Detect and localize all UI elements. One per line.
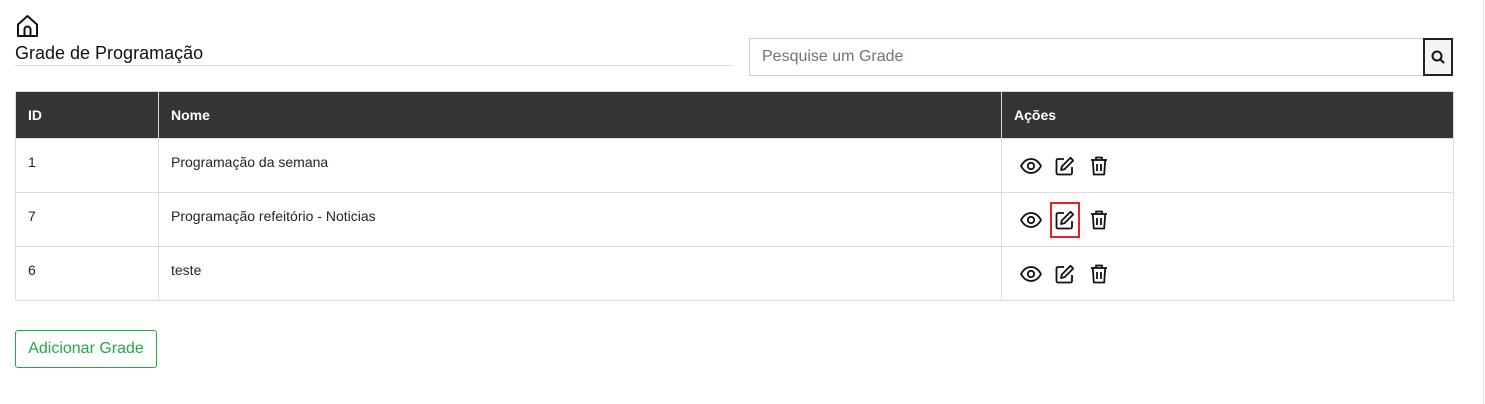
page-title: Grade de Programação: [15, 43, 204, 63]
trash-icon: [1091, 210, 1107, 229]
home-icon[interactable]: [16, 14, 39, 38]
edit-icon: [1055, 264, 1075, 283]
eye-icon: [1020, 265, 1042, 282]
eye-icon: [1020, 211, 1042, 228]
search-bar: [749, 38, 1453, 76]
edit-icon: [1055, 156, 1075, 175]
edit-icon: [1055, 210, 1075, 229]
table-row: 6 teste: [15, 246, 1454, 301]
table-row: 1 Programação da semana: [15, 138, 1454, 193]
search-button[interactable]: [1423, 38, 1453, 76]
table-header-row: ID Nome Ações: [15, 91, 1454, 139]
add-grade-button[interactable]: Adicionar Grade: [15, 330, 157, 368]
cell-name: Programação da semana: [158, 138, 1002, 193]
scrollbar-edge: [1483, 0, 1484, 404]
search-input[interactable]: [750, 39, 1423, 75]
cell-id: 6: [15, 246, 159, 301]
cell-actions: [1001, 246, 1454, 301]
column-header-actions: Ações: [1001, 91, 1454, 139]
page: Grade de Programação ID Nome Ações 1: [0, 0, 1485, 404]
table-row: 7 Programação refeitório - Noticias: [15, 192, 1454, 247]
search-icon: [1431, 50, 1445, 64]
delete-button[interactable]: [1086, 153, 1112, 179]
delete-button[interactable]: [1086, 207, 1112, 233]
edit-button[interactable]: [1052, 153, 1078, 179]
cell-name: Programação refeitório - Noticias: [158, 192, 1002, 247]
cell-id: 1: [15, 138, 159, 193]
grade-table: ID Nome Ações 1 Programação da semana 7 …: [15, 91, 1454, 301]
trash-icon: [1091, 156, 1107, 175]
edit-button[interactable]: [1050, 201, 1080, 238]
title-divider: [15, 65, 733, 66]
view-button[interactable]: [1018, 261, 1044, 287]
column-header-id[interactable]: ID: [15, 91, 159, 139]
cell-actions: [1001, 192, 1454, 247]
view-button[interactable]: [1018, 153, 1044, 179]
trash-icon: [1091, 264, 1107, 283]
cell-actions: [1001, 138, 1454, 193]
delete-button[interactable]: [1086, 261, 1112, 287]
view-button[interactable]: [1018, 207, 1044, 233]
eye-icon: [1020, 157, 1042, 174]
cell-id: 7: [15, 192, 159, 247]
column-header-name[interactable]: Nome: [158, 91, 1002, 139]
cell-name: teste: [158, 246, 1002, 301]
edit-button[interactable]: [1052, 261, 1078, 287]
